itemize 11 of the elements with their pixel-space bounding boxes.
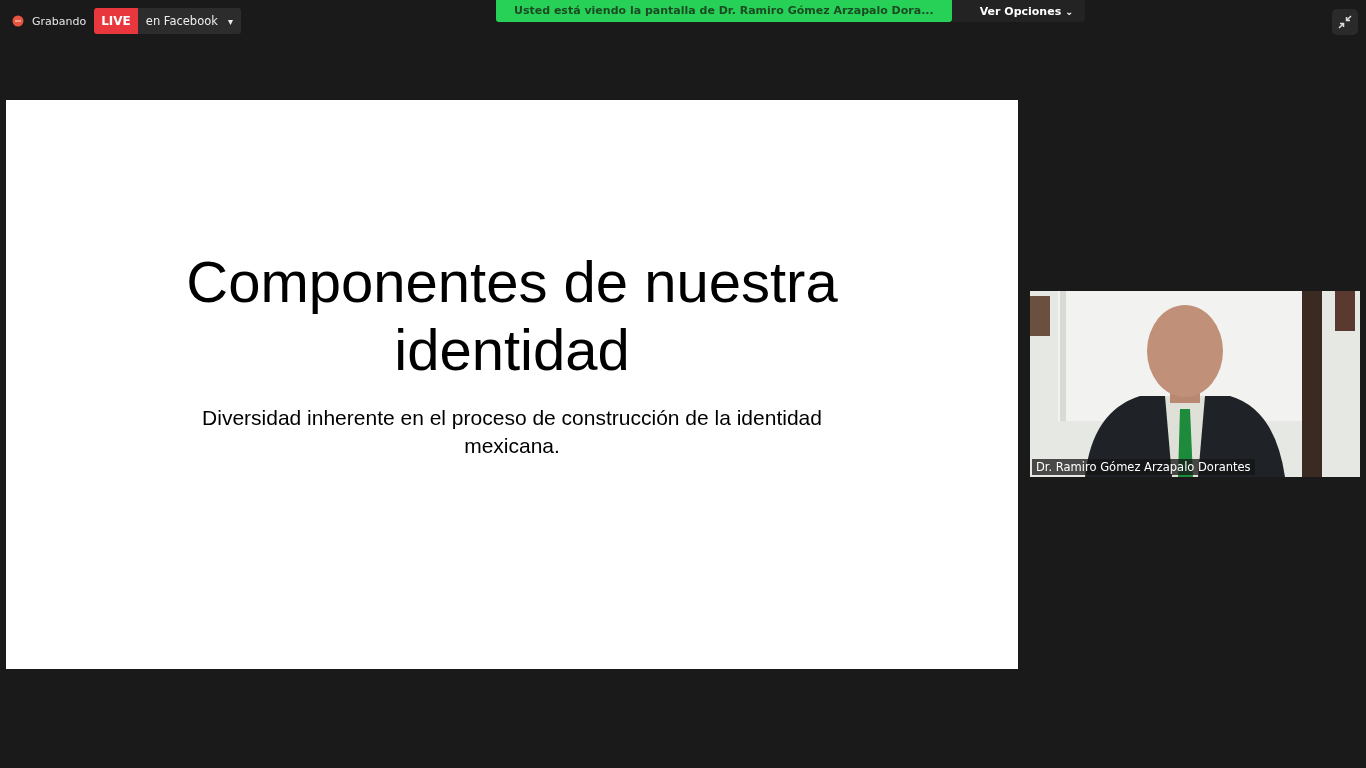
live-badge: LIVE [94,8,138,34]
recording-label: Grabando [32,14,87,28]
screen-share-banner: Usted está viendo la pantalla de Dr. Ramiro Gómez Arzapalo Dora... [496,0,952,22]
exit-fullscreen-icon [1337,14,1353,30]
recording-icon [12,15,24,27]
participant-name: Dr. Ramiro Gómez Arzapalo Dorantes [1032,459,1255,475]
slide-subtitle: Diversidad inherente en el proceso de construcción de la identidad mexicana. [201,405,823,459]
view-options-button[interactable]: Ver Opciones ⌄ [951,0,1086,22]
exit-fullscreen-button[interactable] [1332,9,1358,35]
slide-title: Componentes de nuestra identidad [185,248,839,384]
live-target-button[interactable]: en Facebook ▾ [137,8,241,34]
